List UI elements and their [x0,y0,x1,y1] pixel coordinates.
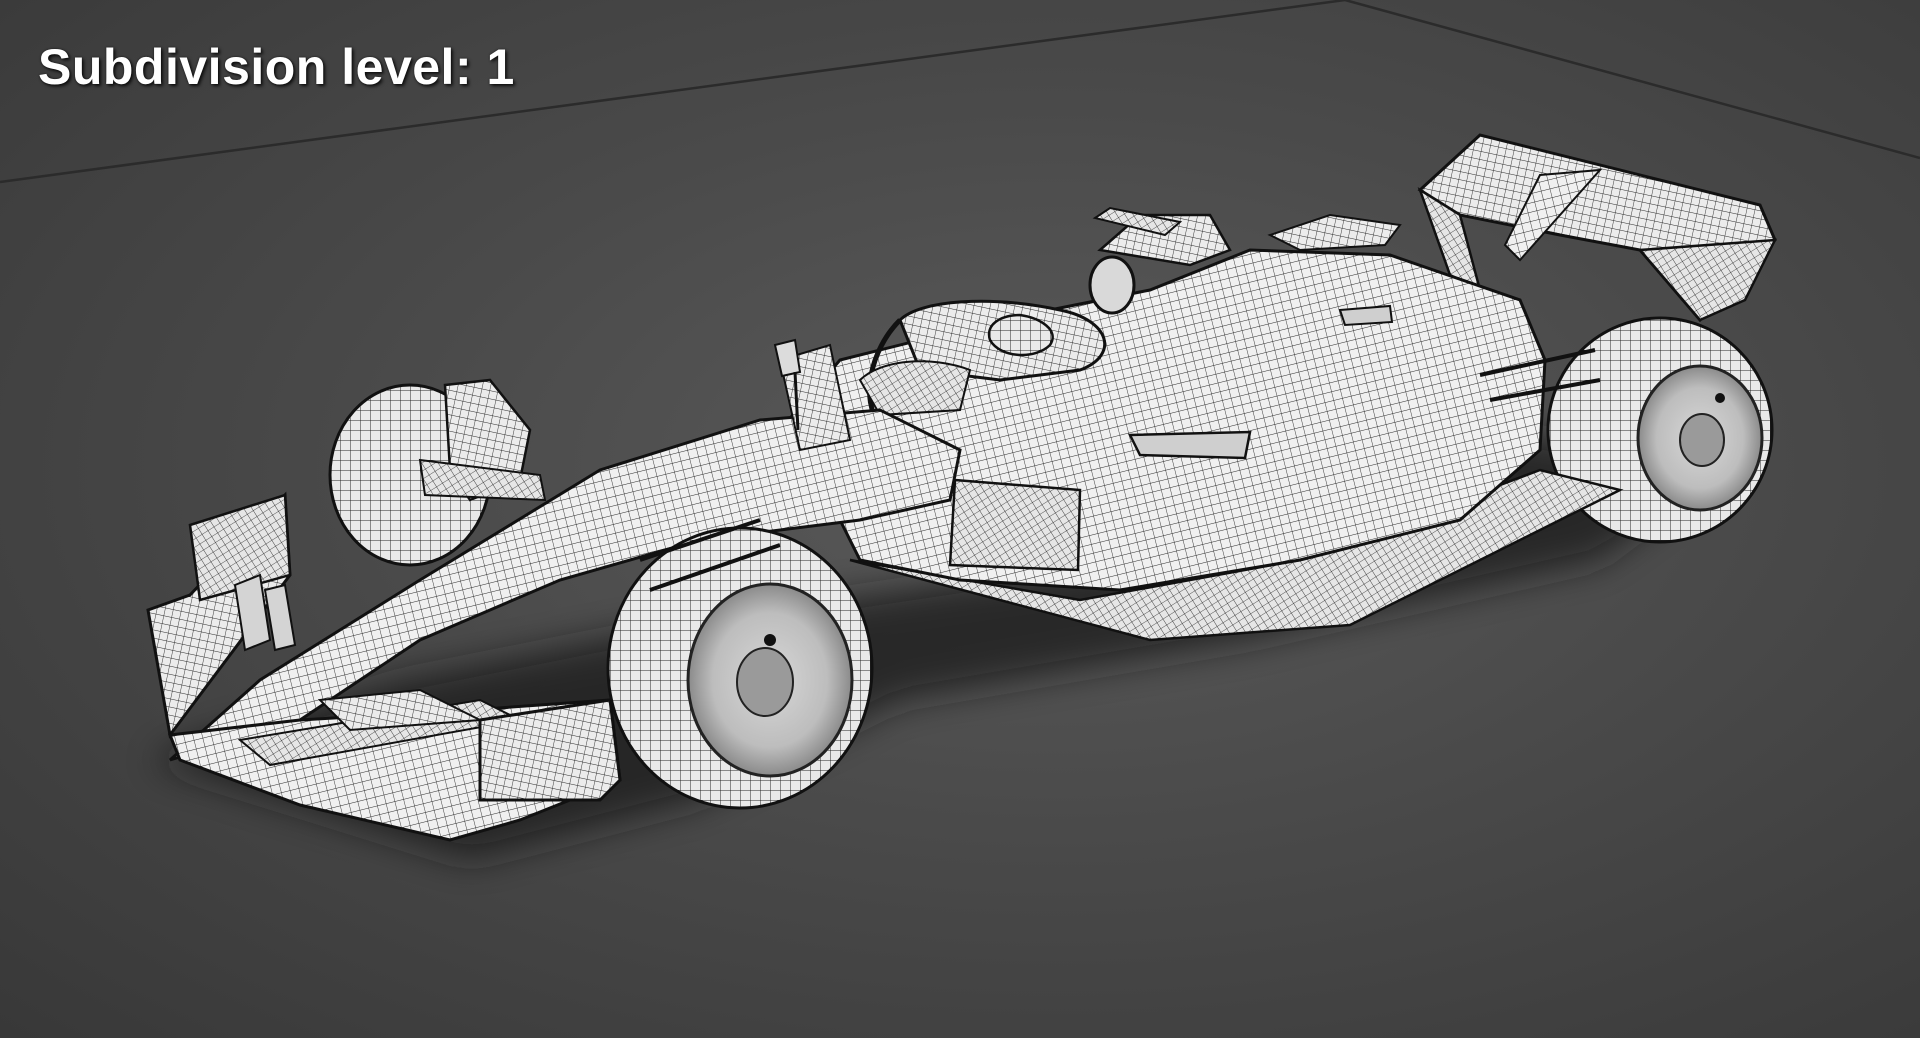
front-right-tire [606,518,874,810]
subdivision-level-label: Subdivision level: 1 [38,39,515,95]
f1-car-render [0,0,1920,860]
render-viewport: Subdivision level: 1 [0,0,1920,1038]
